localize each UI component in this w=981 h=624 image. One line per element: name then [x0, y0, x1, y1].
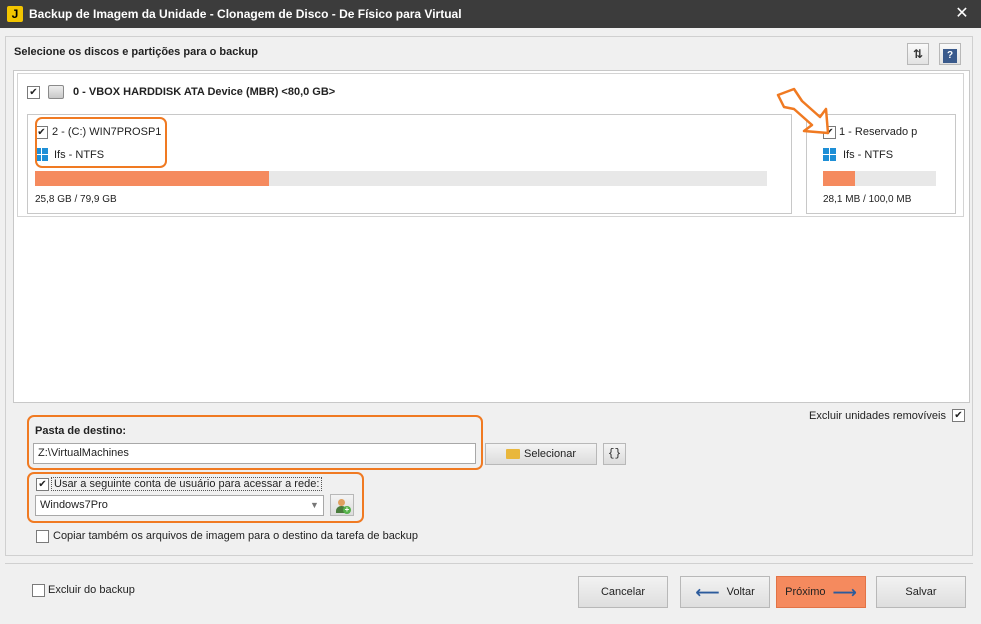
partition-size: 28,1 MB / 100,0 MB — [823, 194, 912, 205]
usage-bar-fill — [35, 171, 270, 186]
help-button[interactable]: ? — [939, 43, 961, 65]
account-value: Windows7Pro — [40, 499, 108, 511]
exclude-removable-checkbox[interactable]: ✔ — [952, 409, 965, 422]
annotation-arrow-icon — [776, 87, 830, 135]
usage-bar — [823, 171, 936, 186]
partition-card-c[interactable]: ✔ 2 - (C:) WIN7PROSP1 Ifs - NTFS 25,8 GB… — [27, 114, 792, 214]
disk-label: 0 - VBOX HARDDISK ATA Device (MBR) <80,0… — [73, 86, 336, 98]
usage-bar — [35, 171, 767, 186]
windows-icon — [35, 148, 48, 161]
select-button-label: Selecionar — [524, 448, 576, 460]
partition-size: 25,8 GB / 79,9 GB — [35, 194, 117, 205]
variables-button[interactable]: {} — [603, 443, 626, 465]
next-label: Próximo — [785, 586, 826, 598]
cancel-label: Cancelar — [600, 586, 646, 598]
exclude-backup-label: Excluir do backup — [48, 584, 135, 596]
destination-label: Pasta de destino: — [35, 425, 127, 437]
user-icon — [338, 499, 345, 506]
partition-name: 2 - (C:) WIN7PROSP1 — [52, 126, 162, 138]
usage-bar-fill — [823, 171, 855, 186]
footer-divider — [5, 563, 973, 564]
window-title: Backup de Imagem da Unidade - Clonagem d… — [29, 7, 462, 21]
arrow-left-icon: ⟵ — [695, 582, 720, 602]
exclude-removable-label: Excluir unidades removíveis — [809, 409, 946, 422]
save-label: Salvar — [905, 586, 937, 598]
use-account-checkbox[interactable]: ✔ — [36, 478, 49, 491]
section-title: Selecione os discos e partições para o b… — [14, 46, 258, 58]
refresh-icon: ⇅ — [912, 47, 924, 61]
save-button[interactable]: Salvar — [876, 576, 966, 608]
exclude-removable-option: Excluir unidades removíveis ✔ — [809, 409, 965, 422]
cancel-button[interactable]: Cancelar — [578, 576, 668, 608]
exclude-backup-checkbox[interactable] — [32, 584, 45, 597]
app-logo-icon: J — [7, 6, 23, 22]
partition-name: 1 - Reservado p — [839, 126, 918, 138]
refresh-button[interactable]: ⇅ — [907, 43, 929, 65]
title-bar: J Backup de Imagem da Unidade - Clonagem… — [0, 0, 981, 28]
help-icon: ? — [943, 49, 957, 63]
back-label: Voltar — [726, 586, 755, 598]
folder-icon — [506, 449, 520, 459]
partition-filesystem: Ifs - NTFS — [843, 149, 894, 161]
add-user-button[interactable]: + — [330, 494, 354, 516]
disk-checkbox[interactable]: ✔ — [27, 86, 40, 99]
windows-icon — [823, 148, 836, 161]
copy-images-label: Copiar também os arquivos de imagem para… — [53, 530, 419, 542]
arrow-right-icon: ⟶ — [832, 582, 857, 602]
partition-checkbox[interactable]: ✔ — [35, 126, 48, 139]
account-select[interactable]: Windows7Pro ▼ — [35, 495, 324, 516]
back-button[interactable]: ⟵ Voltar — [680, 576, 770, 608]
next-button[interactable]: Próximo ⟶ — [776, 576, 866, 608]
close-icon[interactable]: ✕ — [953, 5, 971, 23]
copy-images-checkbox[interactable] — [36, 530, 49, 543]
use-account-label[interactable]: Usar a seguinte conta de usuário para ac… — [51, 477, 323, 491]
destination-path-input[interactable]: Z:\VirtualMachines — [33, 443, 476, 464]
partition-filesystem: Ifs - NTFS — [54, 149, 105, 161]
select-folder-button[interactable]: Selecionar — [485, 443, 597, 465]
chevron-down-icon[interactable]: ▼ — [306, 496, 323, 515]
hard-disk-icon — [48, 85, 64, 99]
